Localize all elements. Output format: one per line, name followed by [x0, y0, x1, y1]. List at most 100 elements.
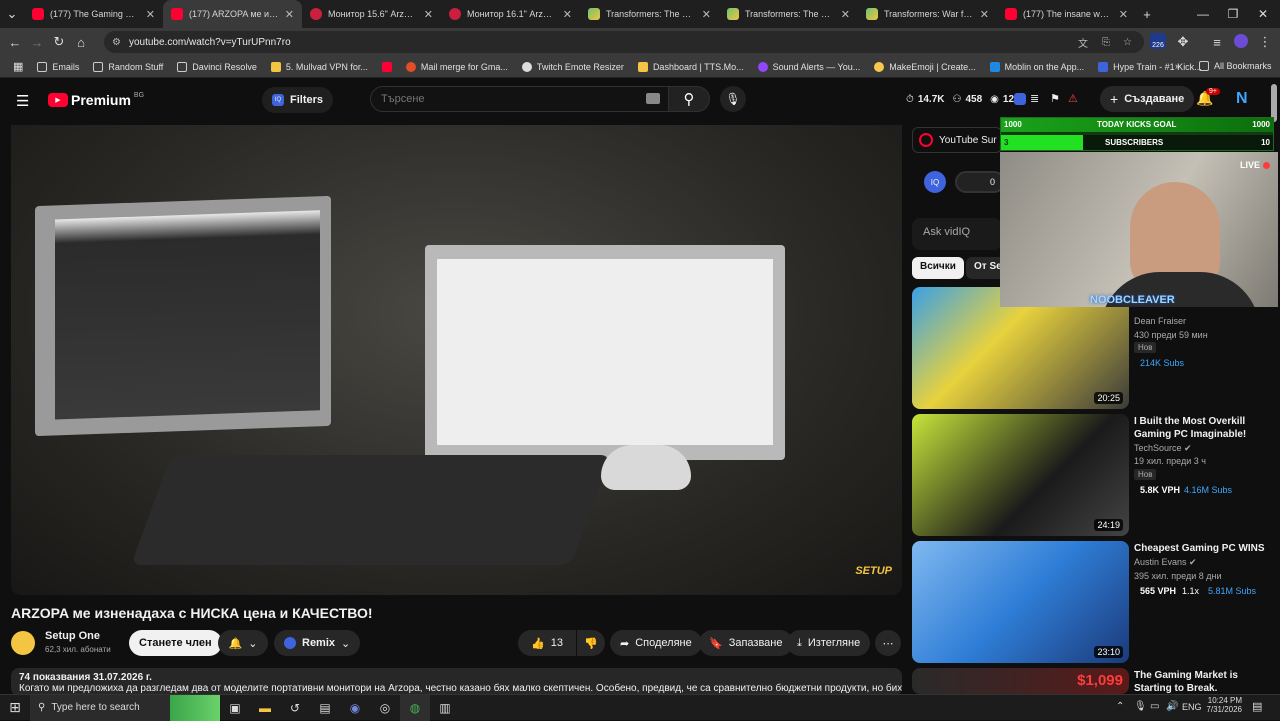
obs-icon[interactable]: ◎: [370, 695, 400, 721]
bookmark-davinci[interactable]: Davinci Resolve: [170, 61, 264, 72]
video-description[interactable]: 74 показвания 31.07.2026 г. Когато ми пр…: [11, 668, 902, 696]
all-bookmarks[interactable]: All Bookmarks: [1192, 61, 1279, 71]
close-icon[interactable]: ✕: [702, 8, 711, 21]
sidebar-thumbnail[interactable]: 24:19: [912, 414, 1129, 536]
forward-icon[interactable]: →: [26, 31, 48, 53]
bookmark-tts[interactable]: Dashboard | TTS.Mo...: [631, 61, 751, 72]
more-bookmarks-icon[interactable]: »: [1168, 61, 1187, 71]
avatar[interactable]: N: [1236, 90, 1248, 108]
profile-avatar[interactable]: [1234, 34, 1248, 48]
new-tab-button[interactable]: +: [1136, 3, 1158, 25]
close-icon[interactable]: ✕: [841, 8, 850, 21]
bookmark-sound-alerts[interactable]: Sound Alerts — You...: [751, 61, 868, 72]
sidebar-channel[interactable]: TechSource ✔: [1134, 443, 1192, 454]
install-icon[interactable]: ⎘: [1102, 37, 1110, 48]
file-explorer-icon[interactable]: ▬: [250, 695, 280, 721]
discord-icon[interactable]: ◉: [340, 695, 370, 721]
ask-vidiq-input[interactable]: Ask vidIQ: [912, 218, 1002, 250]
bookmark-emails[interactable]: Emails: [30, 61, 86, 72]
notepad-icon[interactable]: ▥: [430, 695, 460, 721]
site-info-icon[interactable]: ⚙: [112, 37, 121, 48]
join-button[interactable]: Станете член: [129, 630, 222, 656]
create-button[interactable]: + Създаване: [1100, 86, 1195, 112]
chip-all[interactable]: Всички: [912, 257, 964, 279]
more-actions-button[interactable]: ⋯: [875, 630, 901, 656]
youtube-premium-logo[interactable]: ▶ Premium BG: [48, 92, 144, 108]
browser-tab[interactable]: Монитор 15.6" Arzopa A ✕: [302, 0, 441, 28]
bookmark-makeemoji[interactable]: MakeEmoji | Create...: [867, 61, 982, 72]
search-input[interactable]: [370, 86, 670, 112]
remix-button[interactable]: Remix ⌄: [274, 630, 361, 656]
download-button[interactable]: ⤓ Изтегляне: [787, 630, 871, 656]
mic-icon[interactable]: 🎙: [1134, 701, 1147, 712]
network-icon[interactable]: ▭: [1150, 701, 1159, 712]
browser-tab[interactable]: (177) The insane world of✕: [997, 0, 1136, 28]
bookmark-youtube[interactable]: [375, 61, 399, 72]
dislike-button[interactable]: 👎: [577, 630, 605, 656]
search-button[interactable]: ⚲: [668, 86, 710, 112]
reload-icon[interactable]: ↻: [48, 31, 70, 53]
browser-tab-active[interactable]: (177) ARZOPA ме изн... ✕: [163, 0, 302, 28]
sidebar-channel[interactable]: Dean Fraiser: [1134, 316, 1186, 326]
store-icon[interactable]: ▤: [310, 695, 340, 721]
close-icon[interactable]: ✕: [146, 8, 155, 21]
subscribed-bell-button[interactable]: 🔔 ⌄: [218, 630, 268, 656]
vidiq-icon[interactable]: IQ: [924, 171, 946, 193]
address-bar[interactable]: ⚙ youtube.com/watch?v=yTurUPnn7ro ☆ ⎘ 文: [104, 31, 1144, 53]
close-icon[interactable]: ✕: [563, 8, 572, 21]
browser-tab[interactable]: (177) The Gaming Market✕: [24, 0, 163, 28]
volume-icon[interactable]: 🔊: [1166, 701, 1178, 712]
like-button[interactable]: 👍 13: [518, 630, 576, 656]
app-icon[interactable]: ↺: [280, 695, 310, 721]
browser-tab[interactable]: Монитор 16.1" Arzopa Z ✕: [441, 0, 580, 28]
hamburger-menu-icon[interactable]: ☰: [16, 92, 32, 110]
bookmark-emote-resizer[interactable]: Twitch Emote Resizer: [515, 61, 631, 72]
channel-name[interactable]: Setup One: [45, 630, 100, 642]
sidebar-channel[interactable]: Austin Evans ✔: [1134, 557, 1197, 568]
extensions-icon[interactable]: ✥: [1172, 31, 1194, 53]
back-icon[interactable]: ←: [4, 31, 26, 53]
sidebar-video-title[interactable]: I Built the Most Overkill Gaming PC Imag…: [1134, 415, 1274, 441]
close-icon[interactable]: ✕: [424, 8, 433, 21]
media-controls-icon[interactable]: ≡: [1206, 31, 1228, 53]
bookmark-star-icon[interactable]: ☆: [1123, 37, 1132, 48]
flag-icon[interactable]: ⚑: [1050, 92, 1060, 105]
browser-tab[interactable]: Transformers: The Game✕: [719, 0, 858, 28]
vidiq-filters-button[interactable]: IQ Filters: [262, 87, 334, 113]
browser-tab[interactable]: Transformers: War for Cyb✕: [858, 0, 997, 28]
translate-icon[interactable]: 文: [1078, 35, 1088, 50]
close-icon[interactable]: ✕: [285, 8, 294, 21]
sidebar-video-title[interactable]: The Gaming Market is Starting to Break.: [1134, 669, 1274, 695]
extension-badge-icon[interactable]: 226: [1150, 33, 1166, 49]
bookmark-moblin[interactable]: Moblin on the App...: [983, 61, 1092, 72]
apps-grid-icon[interactable]: ▦: [6, 60, 30, 73]
task-view-icon[interactable]: ▣: [220, 695, 250, 721]
sidebar-thumbnail[interactable]: 23:10: [912, 541, 1129, 663]
restore-icon[interactable]: ❐: [1218, 0, 1248, 28]
vidiq-icon[interactable]: [1014, 93, 1026, 105]
channel-avatar[interactable]: [11, 631, 35, 655]
close-window-icon[interactable]: ✕: [1248, 0, 1278, 28]
close-icon[interactable]: ✕: [980, 8, 989, 21]
share-button[interactable]: ➦ Споделяне: [610, 630, 702, 656]
tab-search-icon[interactable]: ⌄: [0, 3, 24, 25]
taskbar-search[interactable]: ⚲ Type here to search: [30, 694, 170, 721]
tray-chevron-icon[interactable]: ⌃: [1116, 701, 1124, 712]
chrome-icon[interactable]: ◍: [400, 694, 430, 721]
list-icon[interactable]: ≣: [1030, 92, 1039, 105]
home-icon[interactable]: ⌂: [70, 31, 92, 53]
bookmark-random-stuff[interactable]: Random Stuff: [86, 61, 170, 72]
browser-tab[interactable]: Transformers: The Game✕: [580, 0, 719, 28]
save-button[interactable]: 🔖 Запазване: [699, 630, 793, 656]
voice-search-button[interactable]: 🎙: [720, 86, 746, 112]
clock[interactable]: 10:24 PM 7/31/2026: [1206, 696, 1242, 714]
sidebar-video-title[interactable]: Cheapest Gaming PC WINS: [1134, 542, 1274, 555]
notification-center-icon[interactable]: ▤: [1252, 700, 1262, 713]
bookmark-mail-merge[interactable]: Mail merge for Gma...: [399, 61, 515, 72]
minimize-icon[interactable]: —: [1188, 0, 1218, 28]
alert-icon[interactable]: ⚠: [1068, 92, 1078, 105]
video-player[interactable]: SETUP: [11, 125, 902, 595]
bookmark-mullvad[interactable]: 5. Mullvad VPN for...: [264, 61, 375, 72]
windows-start-icon[interactable]: ⊞: [0, 695, 30, 721]
close-icon[interactable]: ✕: [1119, 8, 1128, 21]
